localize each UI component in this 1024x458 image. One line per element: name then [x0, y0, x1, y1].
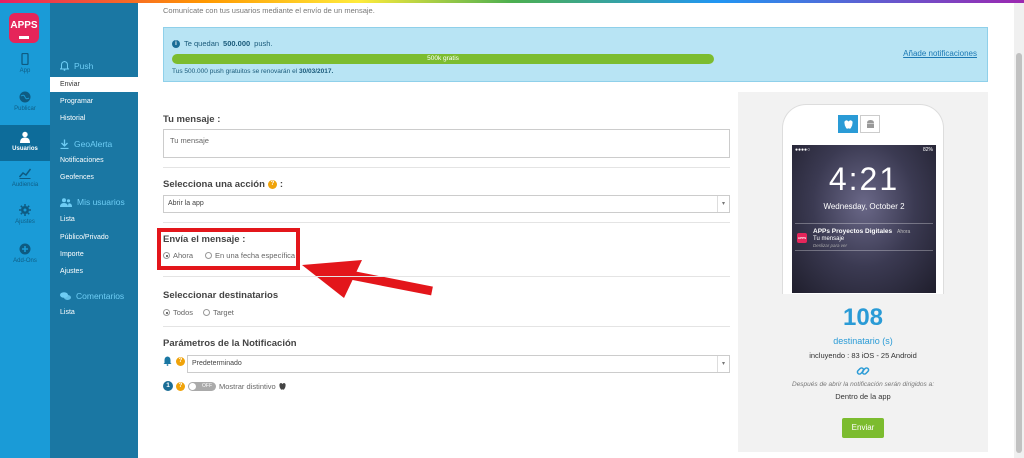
page-subtitle: Comunícate con tus usuarios mediante el … [163, 6, 375, 15]
gear-icon [19, 204, 31, 216]
nav-link-comentarios-lista[interactable]: Lista [50, 305, 138, 320]
rail-item-label: Audiencia [11, 182, 39, 188]
rail-item-app[interactable]: App [0, 53, 50, 89]
rail-item-audiencia[interactable]: Audiencia [0, 167, 50, 203]
help-icon[interactable]: ? [176, 381, 185, 391]
divider [163, 222, 730, 223]
comments-icon [60, 291, 71, 300]
info-icon: i [172, 39, 180, 48]
nav-link-notificaciones[interactable]: Notificaciones [50, 153, 138, 168]
push-quota-banner: i Te quedan 500.000 push. 500k gratis Tu… [163, 27, 988, 82]
link-icon [856, 367, 870, 375]
scrollbar[interactable] [1014, 3, 1024, 458]
os-toggle [838, 115, 880, 133]
renew-text: Tus 500.000 push gratuitos se renovarán … [172, 68, 334, 75]
nav-section-mis-usuarios[interactable]: Mis usuarios [60, 197, 125, 207]
message-label: Tu mensaje : [163, 114, 221, 125]
top-color-bar [0, 0, 1024, 3]
recipients-label: Seleccionar destinatarios [163, 290, 279, 301]
chart-icon [19, 168, 31, 179]
scrollbar-thumb[interactable] [1016, 53, 1022, 453]
rail-item-label: Add-Ons [13, 258, 37, 264]
send-button[interactable]: Enviar [842, 418, 884, 438]
action-select[interactable]: Abrir la app ▾ [163, 195, 730, 213]
nav-link-lista[interactable]: Lista [50, 212, 138, 227]
apple-icon [279, 383, 286, 390]
highlight-box [157, 228, 300, 270]
android-icon [866, 120, 874, 128]
sound-select[interactable]: Predeterminado ▾ [187, 355, 730, 373]
after-open-text: Después de abrir la notificación serán d… [792, 381, 934, 388]
chevron-down-icon: ▾ [717, 356, 729, 372]
help-icon[interactable]: ? [267, 180, 277, 189]
android-tab[interactable] [860, 115, 880, 133]
radio-all[interactable] [163, 309, 170, 316]
message-input[interactable]: Tu mensaje [163, 129, 730, 158]
platform-breakdown: incluyendo : 83 iOS - 25 Android [809, 351, 917, 360]
download-icon [60, 139, 69, 149]
help-icon[interactable]: ? [176, 356, 185, 366]
icon-rail: APPS App Publicar Usuarios Audiencia Aju… [0, 3, 50, 458]
phone-mockup: ●●●●○ 82% 4:21 Wednesday, October 2 APPS… [782, 104, 944, 294]
nav-link-historial[interactable]: Historial [50, 111, 138, 126]
quota-line: i Te quedan 500.000 push. [172, 39, 273, 48]
rail-item-publicar[interactable]: Publicar [0, 91, 50, 127]
rail-item-ajustes[interactable]: Ajustes [0, 204, 50, 240]
status-bar: ●●●●○ 82% [795, 147, 933, 153]
nav-link-ajustes[interactable]: Ajustes [50, 264, 138, 279]
params-label: Parámetros de la Notificación [163, 338, 297, 349]
recipient-count-label: destinatario (s) [833, 336, 893, 346]
arrow-annotation [302, 260, 433, 298]
step-number-badge: 1 [163, 381, 173, 391]
quota-progress-fill: 500k gratis [172, 54, 714, 64]
user-icon [20, 131, 30, 143]
chevron-down-icon: ▾ [717, 196, 729, 212]
rail-item-usuarios[interactable]: Usuarios [0, 125, 50, 161]
nav-section-geoalerta[interactable]: GeoAlerta [60, 139, 112, 149]
preview-notification: APPS APPs Proyectos Digitales Ahora Tu m… [795, 223, 933, 251]
rail-item-label: Ajustes [15, 219, 35, 225]
nav-link-programar[interactable]: Programar [50, 94, 138, 109]
badge-toggle[interactable]: OFF [188, 381, 216, 391]
nav-link-publico-privado[interactable]: Público/Privado [50, 230, 138, 245]
secondary-nav: Push Enviar Programar Historial GeoAlert… [50, 3, 138, 458]
preview-time: 4:21 [828, 161, 900, 197]
nav-link-geofences[interactable]: Geofences [50, 170, 138, 185]
nav-link-importe[interactable]: Importe [50, 247, 138, 262]
nav-section-comentarios[interactable]: Comentarios [60, 291, 124, 301]
recipient-count: 108 [842, 304, 884, 331]
lock-screen-preview: ●●●●○ 82% 4:21 Wednesday, October 2 APPS… [792, 145, 936, 293]
divider [163, 276, 730, 277]
recipients-options: Todos Target [163, 308, 234, 317]
nav-section-push[interactable]: Push [60, 61, 93, 71]
divider [163, 167, 730, 168]
add-notifications-link[interactable]: Añade notificaciones [903, 49, 977, 58]
phone-icon [21, 53, 29, 65]
brand-logo[interactable]: APPS [9, 13, 39, 43]
bell-icon [163, 356, 172, 366]
ios-tab[interactable] [838, 115, 858, 133]
sound-row: ? [163, 356, 185, 366]
preview-date: Wednesday, October 2 [823, 202, 905, 211]
rail-item-label: Publicar [14, 106, 36, 112]
plus-icon [19, 243, 31, 255]
users-icon [60, 197, 72, 207]
radio-target[interactable] [203, 309, 211, 316]
action-label: Selecciona una acción ? : [163, 179, 284, 190]
preview-panel: ●●●●○ 82% 4:21 Wednesday, October 2 APPS… [738, 92, 988, 452]
nav-link-enviar[interactable]: Enviar [50, 77, 138, 92]
rail-item-label: Usuarios [12, 146, 38, 152]
destination-text: Dentro de la app [835, 392, 891, 401]
rail-item-addons[interactable]: Add-Ons [0, 243, 50, 279]
app-icon: APPS [797, 233, 807, 243]
divider [163, 326, 730, 327]
rail-item-label: App [19, 68, 31, 74]
badge-row: 1 ? OFF Mostrar distintivo [163, 381, 286, 391]
bell-icon [60, 61, 69, 71]
apple-icon [843, 120, 853, 129]
globe-icon [19, 91, 31, 103]
quota-progress-bar: 500k gratis [172, 54, 714, 64]
